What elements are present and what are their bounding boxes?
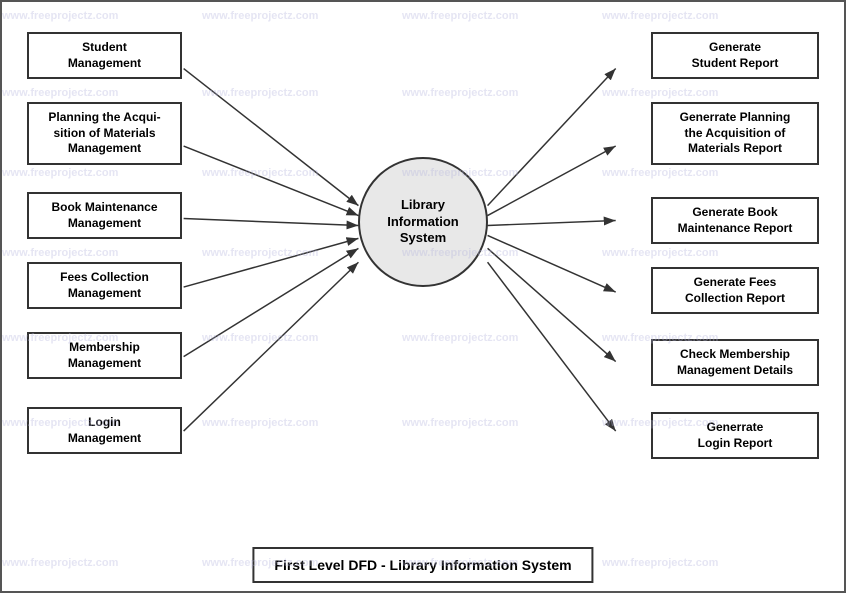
left-box-membership: MembershipManagement <box>27 332 182 379</box>
watermark: www.freeprojectz.com <box>602 557 718 569</box>
watermark: www.freeprojectz.com <box>2 557 118 569</box>
watermark: www.freeprojectz.com <box>202 417 318 429</box>
right-box-login: GenerrateLogin Report <box>651 412 819 459</box>
left-box-book: Book MaintenanceManagement <box>27 192 182 239</box>
watermark: www.freeprojectz.com <box>602 167 718 179</box>
watermark: www.freeprojectz.com <box>202 332 318 344</box>
watermark: www.freeprojectz.com <box>2 247 118 259</box>
watermark: www.freeprojectz.com <box>2 87 118 99</box>
right-box-fees: Generate FeesCollection Report <box>651 267 819 314</box>
watermark: www.freeprojectz.com <box>402 10 518 22</box>
watermark: www.freeprojectz.com <box>202 167 318 179</box>
watermark: www.freeprojectz.com <box>602 10 718 22</box>
watermark: www.freeprojectz.com <box>402 417 518 429</box>
watermark: www.freeprojectz.com <box>2 167 118 179</box>
watermark: www.freeprojectz.com <box>202 87 318 99</box>
left-box-fees: Fees CollectionManagement <box>27 262 182 309</box>
watermark: www.freeprojectz.com <box>202 247 318 259</box>
right-box-membership: Check MembershipManagement Details <box>651 339 819 386</box>
watermark: www.freeprojectz.com <box>402 87 518 99</box>
watermark: www.freeprojectz.com <box>602 87 718 99</box>
center-circle: LibraryInformationSystem <box>358 157 488 287</box>
watermark: www.freeprojectz.com <box>402 332 518 344</box>
right-box-book: Generate BookMaintenance Report <box>651 197 819 244</box>
left-box-student: StudentManagement <box>27 32 182 79</box>
left-box-planning: Planning the Acqui-sition of MaterialsMa… <box>27 102 182 165</box>
watermark: www.freeprojectz.com <box>202 10 318 22</box>
watermark: www.freeprojectz.com <box>602 247 718 259</box>
right-box-student: GenerateStudent Report <box>651 32 819 79</box>
main-container: www.freeprojectz.com www.freeprojectz.co… <box>0 0 846 593</box>
watermark: www.freeprojectz.com <box>2 10 118 22</box>
footer-label: First Level DFD - Library Information Sy… <box>252 547 593 583</box>
left-box-login: LoginManagement <box>27 407 182 454</box>
right-box-planning: Generrate Planningthe Acquisition ofMate… <box>651 102 819 165</box>
